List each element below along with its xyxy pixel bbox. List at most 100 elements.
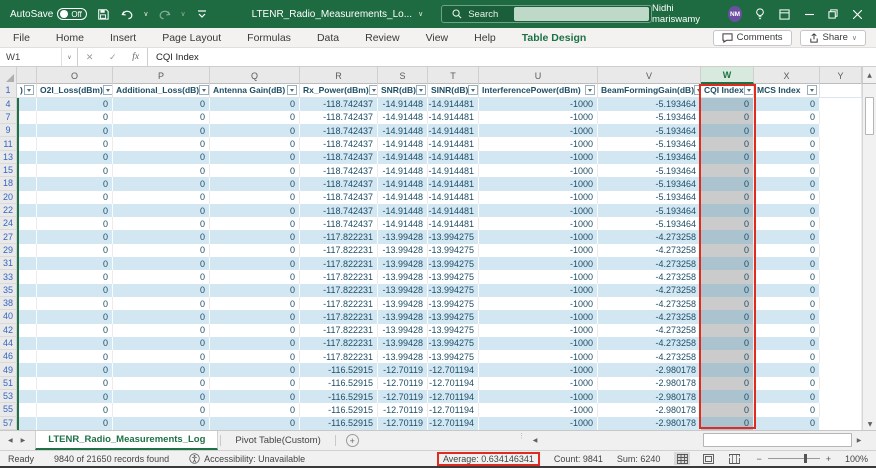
cell[interactable]: -118.742437 — [300, 151, 378, 164]
cell[interactable]: 0 — [113, 350, 210, 363]
cell[interactable] — [17, 417, 37, 430]
cell[interactable]: -117.822231 — [300, 324, 378, 337]
cell[interactable]: 0 — [210, 98, 300, 111]
cell[interactable]: 0 — [701, 350, 754, 363]
cell[interactable] — [820, 284, 862, 297]
cell[interactable]: -13.99428 — [378, 257, 428, 270]
cell[interactable]: 0 — [754, 377, 820, 390]
cell[interactable]: 0 — [754, 324, 820, 337]
scroll-up-icon[interactable]: ▲ — [867, 72, 872, 79]
cell[interactable] — [820, 310, 862, 323]
row-number[interactable]: 55 — [0, 403, 17, 416]
cell[interactable]: -12.701194 — [428, 403, 479, 416]
cell[interactable]: 0 — [113, 363, 210, 376]
column-letter-V[interactable]: V — [598, 67, 701, 84]
sheet-tab-2[interactable]: Pivot Table(Custom) — [223, 431, 332, 450]
cell[interactable]: -1000 — [479, 257, 598, 270]
cell[interactable]: 0 — [37, 337, 113, 350]
cell[interactable]: -116.52915 — [300, 363, 378, 376]
sheet-nav-right-icon[interactable]: ▶ — [21, 437, 26, 444]
cell[interactable]: 0 — [754, 337, 820, 350]
cell[interactable]: -2.980178 — [598, 417, 701, 430]
cell[interactable]: -1000 — [479, 164, 598, 177]
filter-dropdown-icon[interactable] — [369, 85, 378, 95]
cell[interactable]: 0 — [37, 324, 113, 337]
cell[interactable]: 0 — [37, 363, 113, 376]
row-number[interactable]: 44 — [0, 337, 17, 350]
cell[interactable]: 0 — [754, 230, 820, 243]
cell[interactable]: 0 — [754, 284, 820, 297]
cell[interactable]: -14.91448 — [378, 217, 428, 230]
cell[interactable] — [17, 177, 37, 190]
cell[interactable]: -1000 — [479, 98, 598, 111]
cell[interactable]: 0 — [37, 98, 113, 111]
scroll-down-icon[interactable]: ▼ — [863, 418, 876, 430]
cell[interactable]: 0 — [113, 284, 210, 297]
header-cell-Additional_Loss(dB)[interactable]: Additional_Loss(dB) — [113, 84, 210, 98]
cell[interactable]: 0 — [701, 377, 754, 390]
ribbon-tab-page-layout[interactable]: Page Layout — [149, 28, 234, 48]
cell[interactable]: 0 — [210, 124, 300, 137]
customize-toolbar-icon[interactable] — [194, 6, 210, 22]
autosave-switch-icon[interactable]: Off — [57, 8, 87, 20]
header-cell-CQI Index[interactable]: CQI Index — [701, 84, 754, 98]
row-number[interactable]: 49 — [0, 363, 17, 376]
cell[interactable]: 0 — [754, 151, 820, 164]
cell[interactable]: -5.193464 — [598, 164, 701, 177]
filter-dropdown-icon[interactable] — [694, 85, 701, 95]
cell[interactable] — [17, 270, 37, 283]
header-cell-Antenna Gain(dB)[interactable]: Antenna Gain(dB) — [210, 84, 300, 98]
row-number[interactable]: 1 — [0, 84, 17, 98]
cell[interactable]: 0 — [210, 297, 300, 310]
cell[interactable]: -13.99428 — [378, 350, 428, 363]
avatar[interactable]: NM — [728, 6, 742, 22]
cell[interactable]: 0 — [701, 310, 754, 323]
cell[interactable]: -1000 — [479, 363, 598, 376]
row-number[interactable]: 20 — [0, 191, 17, 204]
cell[interactable] — [17, 164, 37, 177]
cell[interactable]: -4.273258 — [598, 310, 701, 323]
cell[interactable]: 0 — [701, 244, 754, 257]
cell[interactable] — [820, 257, 862, 270]
filter-dropdown-icon[interactable] — [199, 85, 209, 95]
scroll-up-button[interactable]: ▲ — [862, 67, 876, 83]
header-cell-Rx_Power(dBm)[interactable]: Rx_Power(dBm) — [300, 84, 378, 98]
cell[interactable]: -14.91448 — [378, 204, 428, 217]
cell[interactable]: -1000 — [479, 204, 598, 217]
column-letter-W[interactable]: W — [701, 67, 754, 84]
cell[interactable]: 0 — [37, 377, 113, 390]
cell[interactable]: 0 — [754, 111, 820, 124]
cell[interactable]: 0 — [210, 151, 300, 164]
cell[interactable]: -13.994275 — [428, 337, 479, 350]
undo-chevron-icon[interactable]: ∨ — [143, 10, 148, 18]
cell[interactable]: 0 — [754, 98, 820, 111]
enter-formula-icon[interactable]: ✓ — [109, 52, 117, 63]
cell[interactable]: -14.91448 — [378, 137, 428, 150]
cell[interactable]: 0 — [37, 350, 113, 363]
cell[interactable] — [820, 217, 862, 230]
restore-icon[interactable] — [827, 7, 839, 21]
cell[interactable]: -13.994275 — [428, 257, 479, 270]
cell[interactable]: 0 — [210, 403, 300, 416]
cell[interactable] — [17, 137, 37, 150]
cell[interactable]: -13.994275 — [428, 270, 479, 283]
row-number[interactable]: 46 — [0, 350, 17, 363]
cell[interactable]: 0 — [210, 111, 300, 124]
cell[interactable]: -1000 — [479, 230, 598, 243]
cell[interactable]: 0 — [37, 297, 113, 310]
column-letter-P[interactable]: P — [113, 67, 210, 84]
cell[interactable]: -118.742437 — [300, 137, 378, 150]
cell[interactable] — [820, 124, 862, 137]
cell[interactable]: 0 — [37, 270, 113, 283]
cell[interactable]: 0 — [113, 337, 210, 350]
cell[interactable]: 0 — [37, 191, 113, 204]
search-input[interactable]: Search — [441, 5, 652, 23]
cell[interactable] — [17, 257, 37, 270]
row-number[interactable]: 53 — [0, 390, 17, 403]
row-number[interactable]: 11 — [0, 137, 17, 150]
cell[interactable]: -5.193464 — [598, 111, 701, 124]
cell[interactable]: 0 — [701, 98, 754, 111]
ribbon-tab-review[interactable]: Review — [352, 28, 412, 48]
cell[interactable]: 0 — [754, 217, 820, 230]
cell[interactable]: -13.994275 — [428, 324, 479, 337]
